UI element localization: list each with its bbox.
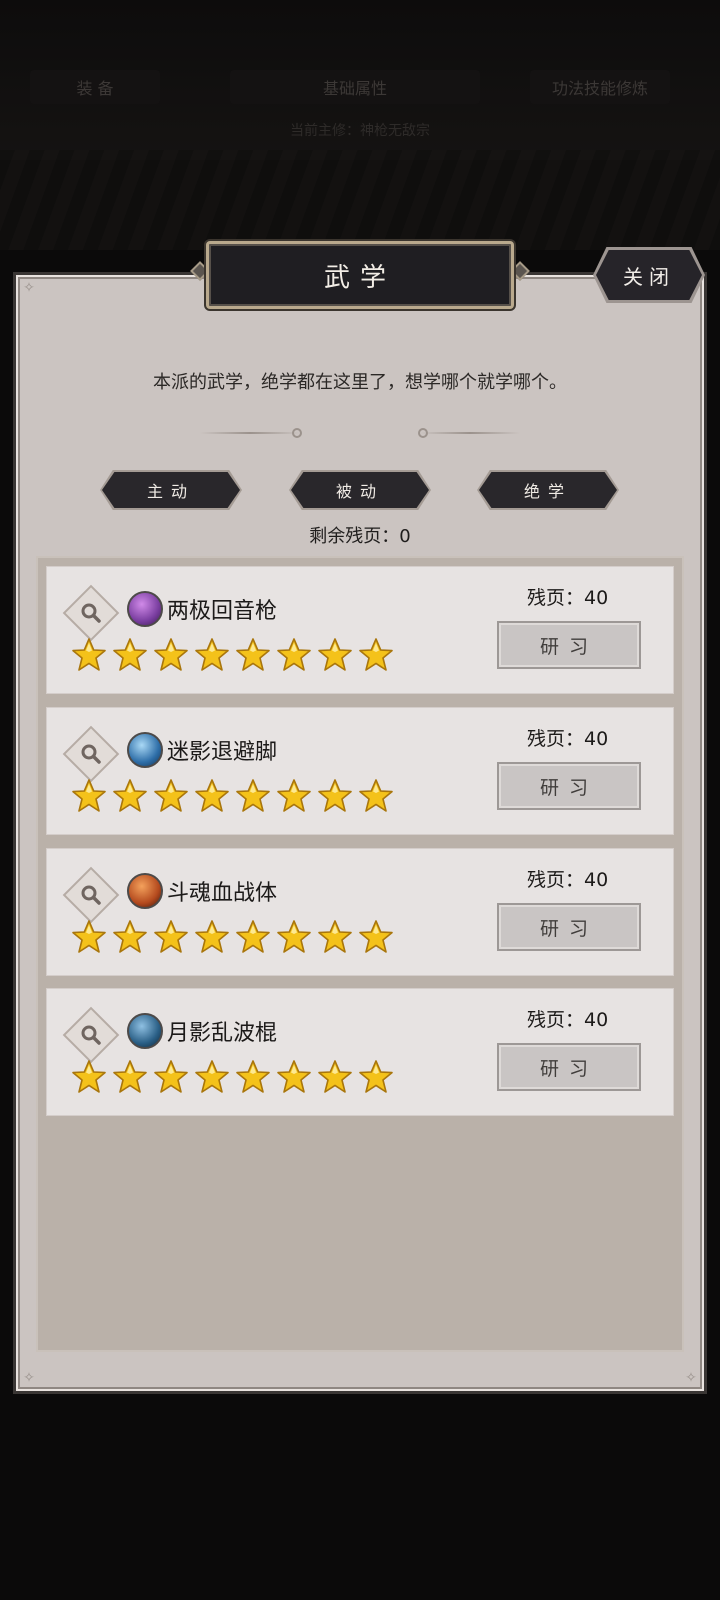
tab-active[interactable]: 主动	[100, 470, 242, 510]
skill-card: 两极回音枪 残页：40 研习	[46, 566, 674, 694]
star-icon	[318, 1060, 352, 1093]
intro-text: 本派的武学，绝学都在这里了，想学哪个就学哪个。	[153, 372, 567, 393]
star-icon	[154, 779, 188, 812]
search-icon[interactable]	[73, 593, 109, 633]
star-rating	[71, 919, 394, 955]
study-button[interactable]: 研习	[497, 903, 641, 951]
star-rating	[71, 778, 394, 814]
skill-card: 迷影退避脚 残页：40 研习	[46, 707, 674, 835]
star-icon	[359, 1060, 393, 1093]
search-icon[interactable]	[73, 734, 109, 774]
panel-title: 武学	[206, 241, 514, 309]
star-icon	[318, 638, 352, 671]
tab-ultimate[interactable]: 绝学	[477, 470, 619, 510]
star-icon	[359, 779, 393, 812]
skill-name: 两极回音枪	[167, 599, 278, 624]
corner-ornament: ✧	[23, 280, 35, 296]
star-icon	[359, 920, 393, 953]
star-icon	[113, 920, 147, 953]
skill-pages: 残页：40	[527, 587, 609, 609]
star-icon	[359, 638, 393, 671]
study-button[interactable]: 研习	[497, 1043, 641, 1091]
star-icon	[318, 779, 352, 812]
tab-passive-label: 被动	[291, 472, 429, 508]
star-rating	[71, 1059, 394, 1095]
star-icon	[195, 920, 229, 953]
skill-card: 斗魂血战体 残页：40 研习	[46, 848, 674, 976]
skill-pages: 残页：40	[527, 1009, 609, 1031]
star-icon	[195, 1060, 229, 1093]
tab-active-label: 主动	[102, 472, 240, 508]
attributes-tab: 基础属性	[230, 70, 480, 104]
star-icon	[72, 638, 106, 671]
star-icon	[318, 920, 352, 953]
divider-right	[420, 432, 520, 434]
background-hud: 装 备 基础属性 功法技能修炼 当前主修：神枪无敌宗	[0, 0, 720, 160]
skills-tab: 功法技能修炼	[530, 70, 670, 104]
star-icon	[236, 920, 270, 953]
tab-passive[interactable]: 被动	[289, 470, 431, 510]
divider-ornament	[292, 428, 302, 438]
skill-name: 月影乱波棍	[167, 1021, 278, 1046]
equipment-tab: 装 备	[30, 70, 160, 104]
search-icon[interactable]	[73, 1015, 109, 1055]
star-icon	[195, 638, 229, 671]
skill-card: 月影乱波棍 残页：40 研习	[46, 988, 674, 1116]
star-icon	[277, 1060, 311, 1093]
corner-ornament: ✧	[23, 1370, 35, 1386]
star-icon	[277, 779, 311, 812]
skill-name: 斗魂血战体	[167, 881, 278, 906]
background-ornament	[0, 150, 720, 250]
tab-ultimate-label: 绝学	[479, 472, 617, 508]
star-icon	[113, 779, 147, 812]
star-icon	[113, 1060, 147, 1093]
star-icon	[154, 638, 188, 671]
star-icon	[236, 1060, 270, 1093]
background-subtitle: 当前主修：神枪无敌宗	[290, 123, 430, 139]
divider-left	[200, 432, 300, 434]
star-icon	[72, 1060, 106, 1093]
star-icon	[277, 920, 311, 953]
star-rating	[71, 637, 394, 673]
star-icon	[154, 920, 188, 953]
spear-icon	[127, 591, 163, 627]
skill-pages: 残页：40	[527, 869, 609, 891]
close-button[interactable]: 关闭	[596, 250, 702, 300]
star-icon	[72, 920, 106, 953]
skill-pages: 残页：40	[527, 728, 609, 750]
study-button[interactable]: 研习	[497, 621, 641, 669]
star-icon	[236, 638, 270, 671]
corner-ornament: ✧	[685, 1370, 697, 1386]
boot-icon	[127, 732, 163, 768]
blade-icon	[127, 873, 163, 909]
remaining-pages: 剩余残页：0	[309, 526, 411, 547]
star-icon	[236, 779, 270, 812]
search-icon[interactable]	[73, 875, 109, 915]
study-button[interactable]: 研习	[497, 762, 641, 810]
star-icon	[72, 779, 106, 812]
star-icon	[113, 638, 147, 671]
star-icon	[195, 779, 229, 812]
star-icon	[154, 1060, 188, 1093]
skill-name: 迷影退避脚	[167, 740, 278, 765]
star-icon	[277, 638, 311, 671]
staff-icon	[127, 1013, 163, 1049]
